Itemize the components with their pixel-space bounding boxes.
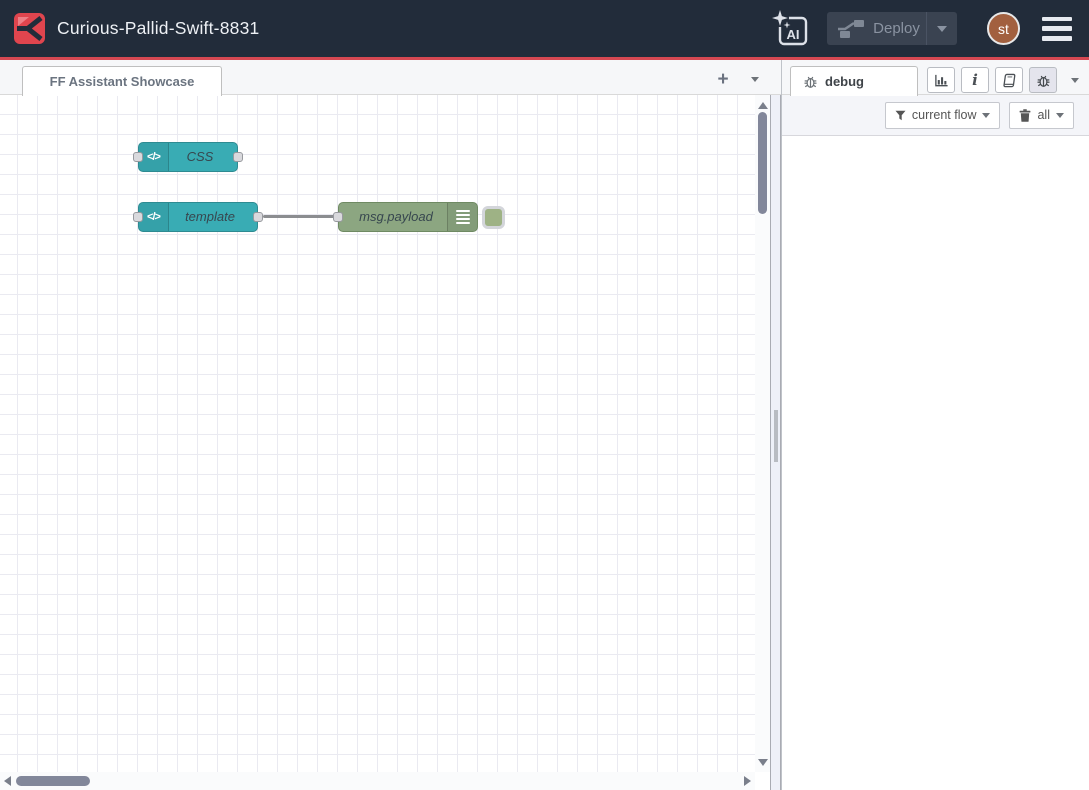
debug-messages-panel [782, 136, 1089, 790]
sidebar-tabbar: debug i [782, 60, 1089, 95]
vertical-scroll-thumb[interactable] [758, 112, 767, 214]
debug-filter-button[interactable]: current flow [885, 102, 1001, 129]
wire-template-to-debug[interactable] [263, 215, 338, 218]
node-css-template[interactable]: </> CSS [138, 142, 238, 172]
instance-title: Curious-Pallid-Swift-8831 [57, 0, 259, 57]
chart-icon [934, 73, 949, 88]
input-port[interactable] [333, 212, 343, 222]
vertical-scrollbar[interactable] [755, 95, 770, 772]
book-icon [1002, 73, 1017, 88]
debug-list-icon [447, 203, 477, 231]
deploy-label: Deploy [867, 20, 926, 37]
chevron-down-icon [1071, 78, 1079, 83]
output-port[interactable] [233, 152, 243, 162]
chevron-down-icon [1056, 113, 1064, 118]
flowfuse-logo-icon [14, 13, 45, 44]
scroll-right-arrow[interactable] [744, 776, 751, 786]
scroll-left-arrow[interactable] [4, 776, 11, 786]
node-debug-msg-payload[interactable]: msg.payload [338, 202, 478, 232]
debug-sidebar: debug i [781, 60, 1089, 790]
debug-filter-label: current flow [912, 108, 977, 122]
sidebar-tab-dashboard-button[interactable] [927, 67, 955, 93]
burger-bar [1042, 36, 1072, 41]
main-menu-button[interactable] [1042, 17, 1072, 41]
user-avatar[interactable]: st [987, 12, 1020, 45]
bug-icon [1036, 73, 1051, 88]
debug-enable-toggle[interactable] [482, 206, 505, 229]
ai-sparkle-icon: AI [771, 9, 811, 49]
bug-icon [803, 74, 818, 89]
chevron-down-icon [937, 26, 947, 32]
burger-bar [1042, 17, 1072, 22]
node-template[interactable]: </> template [138, 202, 258, 232]
svg-text:AI: AI [787, 27, 800, 42]
debug-clear-button[interactable]: all [1009, 102, 1074, 129]
flow-list-button[interactable] [742, 65, 768, 94]
separator-grip[interactable] [774, 410, 778, 462]
avatar-initials: st [998, 21, 1009, 37]
flow-canvas[interactable]: </> CSS </> template msg.payload [0, 95, 755, 772]
input-port[interactable] [133, 212, 143, 222]
workspace-tabbar: FF Assistant Showcase + [0, 60, 781, 95]
scroll-down-arrow[interactable] [758, 759, 768, 766]
node-label: CSS [169, 143, 231, 171]
node-label: msg.payload [345, 203, 447, 231]
horizontal-scroll-thumb[interactable] [16, 776, 90, 786]
sidebar-menu-button[interactable] [1063, 67, 1087, 93]
chevron-down-icon [751, 77, 759, 82]
deploy-options-caret[interactable] [927, 26, 957, 32]
debug-toolbar: current flow all [782, 95, 1089, 136]
header-actions: AI Deploy st [769, 0, 1089, 57]
deploy-button[interactable]: Deploy [827, 12, 957, 45]
sidebar-tab-debug[interactable]: debug [790, 66, 918, 96]
sidebar-tab-info-button[interactable]: i [961, 67, 989, 93]
trash-icon [1019, 109, 1031, 122]
deploy-nodes-icon [837, 19, 867, 39]
debug-clear-label: all [1037, 108, 1050, 122]
flow-tab[interactable]: FF Assistant Showcase [22, 66, 222, 96]
filter-icon [895, 110, 906, 121]
chevron-down-icon [982, 113, 990, 118]
sidebar-tab-label: debug [825, 74, 864, 89]
output-port[interactable] [253, 212, 263, 222]
burger-bar [1042, 26, 1072, 31]
template-code-icon: </> [139, 203, 169, 231]
sidebar-tab-debug-button[interactable] [1029, 67, 1057, 93]
ai-assistant-button[interactable]: AI [769, 7, 813, 51]
sidebar-resize-separator[interactable] [770, 95, 781, 790]
node-label: template [169, 203, 251, 231]
sidebar-tab-help-button[interactable] [995, 67, 1023, 93]
node-red-editor: Curious-Pallid-Swift-8831 AI Deploy [0, 0, 1089, 790]
flow-tab-label: FF Assistant Showcase [50, 74, 195, 89]
scroll-up-arrow[interactable] [758, 102, 768, 109]
horizontal-scrollbar[interactable] [0, 772, 755, 790]
info-icon: i [972, 71, 978, 89]
template-code-icon: </> [139, 143, 169, 171]
add-flow-button[interactable]: + [704, 65, 742, 94]
input-port[interactable] [133, 152, 143, 162]
app-header: Curious-Pallid-Swift-8831 AI Deploy [0, 0, 1089, 57]
